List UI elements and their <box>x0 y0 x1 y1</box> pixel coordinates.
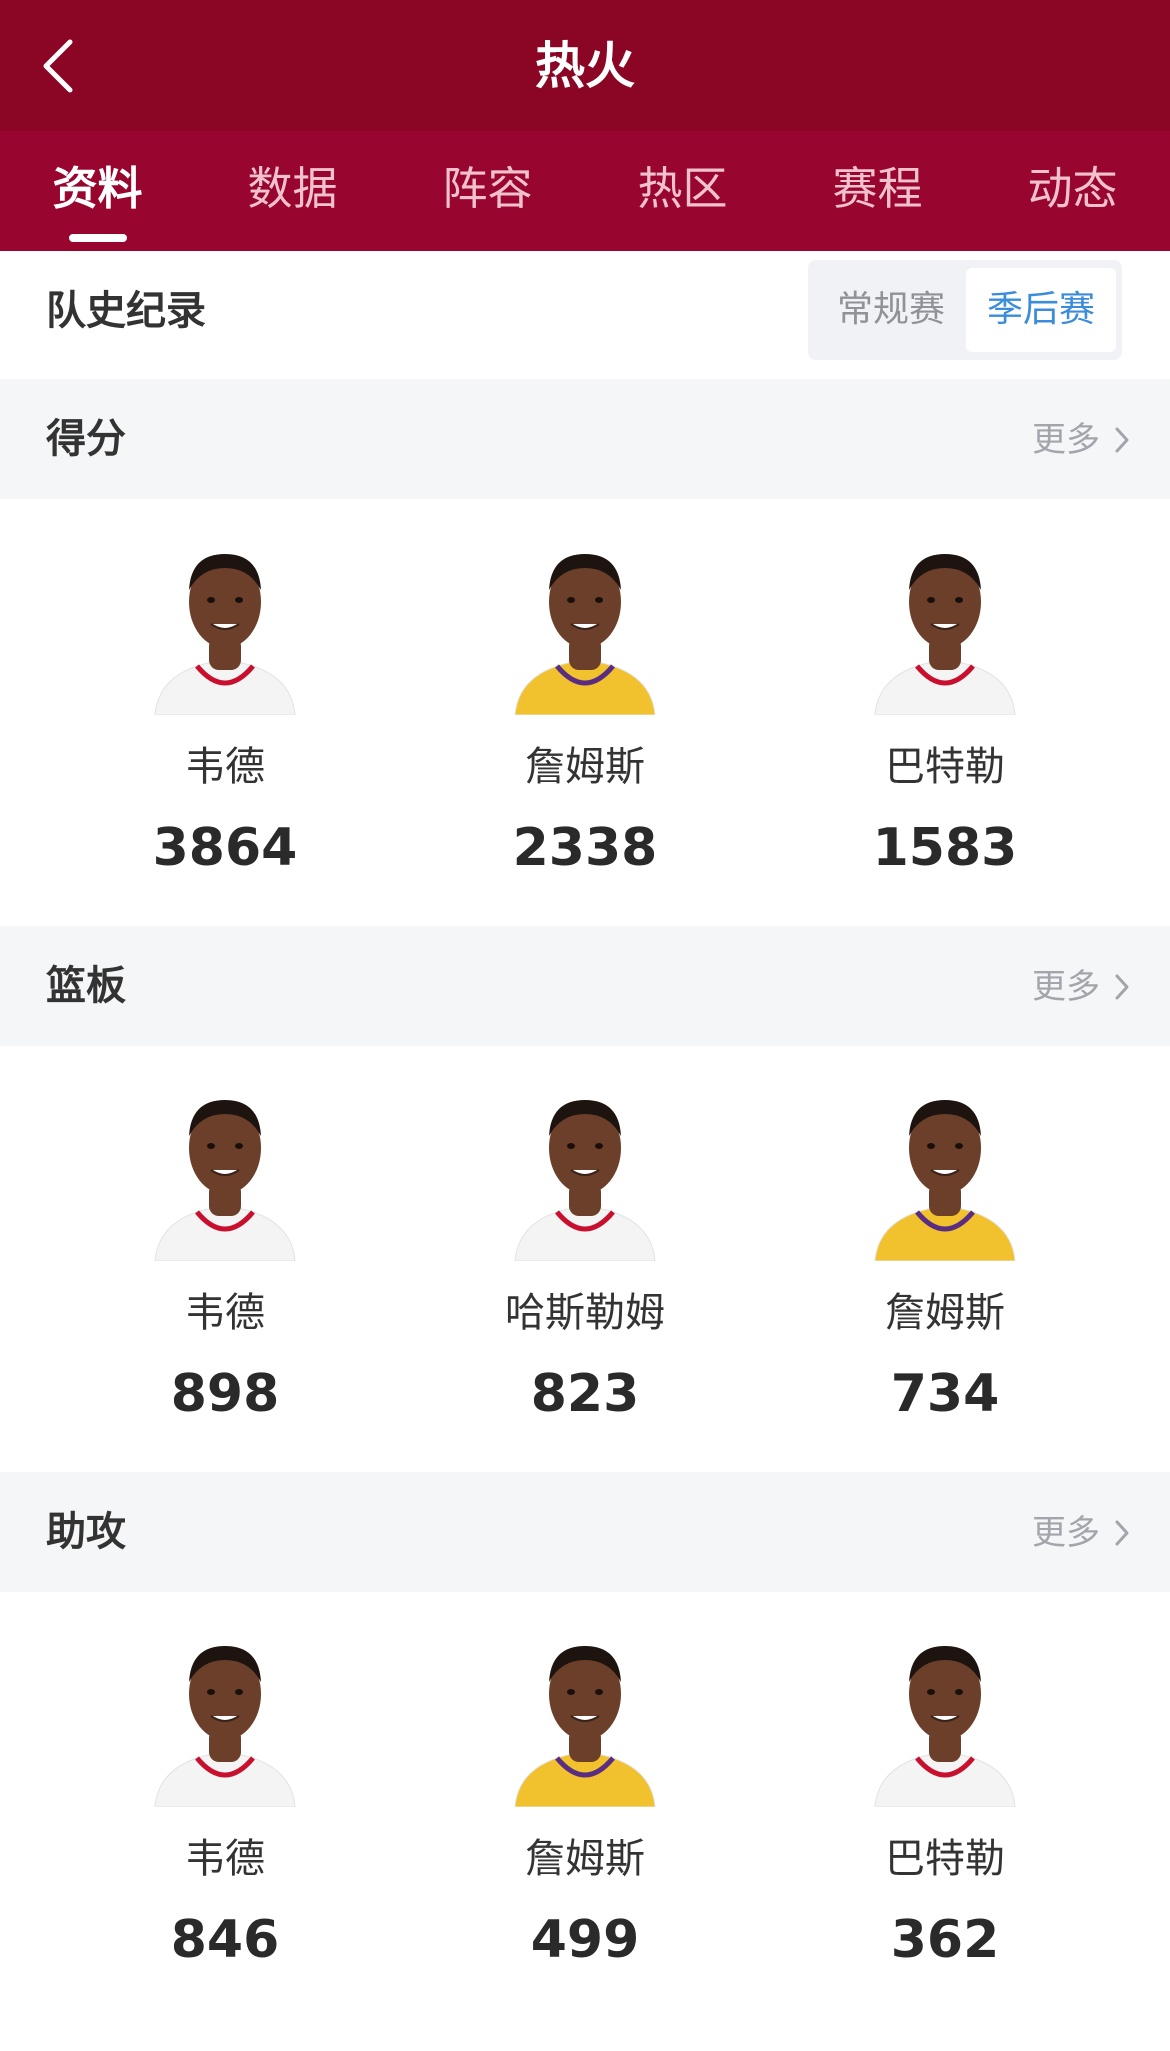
player-stat-value: 734 <box>890 1364 1000 1424</box>
player-stat-value: 823 <box>530 1364 640 1424</box>
chevron-right-icon <box>1115 1520 1129 1546</box>
playoff-button[interactable]: 季后赛 <box>966 268 1116 352</box>
leader-card[interactable]: 韦德 898 <box>45 1086 405 1427</box>
player-stat-value: 898 <box>170 1364 280 1424</box>
player-stat-value: 846 <box>170 1910 280 1970</box>
player-stat-value: 2338 <box>512 818 658 878</box>
player-avatar <box>865 1086 1025 1261</box>
leader-card[interactable]: 詹姆斯 2338 <box>405 540 765 881</box>
player-avatar <box>505 1086 665 1261</box>
player-name: 哈斯勒姆 <box>505 1290 665 1336</box>
section-title: 助攻 <box>46 1509 126 1555</box>
tab-news[interactable]: 动态 <box>975 161 1170 217</box>
player-avatar <box>865 540 1025 715</box>
tab-bar: 资料 数据 阵容 热区 赛程 动态 <box>0 131 1170 251</box>
section-header-points: 得分 更多 <box>0 379 1170 499</box>
leader-card[interactable]: 詹姆斯 499 <box>405 1632 765 1973</box>
player-avatar <box>145 1632 305 1807</box>
player-stat-value: 3864 <box>152 818 298 878</box>
chevron-right-icon <box>1115 427 1129 453</box>
tab-roster[interactable]: 阵容 <box>390 161 585 217</box>
section-title: 篮板 <box>46 963 126 1009</box>
tab-profile[interactable]: 资料 <box>0 161 195 217</box>
regular-season-button[interactable]: 常规赛 <box>816 268 966 352</box>
player-name: 韦德 <box>185 1836 265 1882</box>
page-title: 热火 <box>535 37 635 95</box>
more-label: 更多 <box>1032 1513 1100 1553</box>
chevron-right-icon <box>1115 974 1129 1000</box>
section-title: 得分 <box>46 416 126 462</box>
player-avatar <box>145 540 305 715</box>
player-name: 韦德 <box>185 1290 265 1336</box>
player-stat-value: 499 <box>530 1910 640 1970</box>
leader-card[interactable]: 巴特勒 362 <box>765 1632 1125 1973</box>
player-avatar <box>865 1632 1025 1807</box>
section-header-rebounds: 篮板 更多 <box>0 926 1170 1046</box>
player-avatar <box>145 1086 305 1261</box>
player-stat-value: 362 <box>890 1910 1000 1970</box>
title-bar: 热火 <box>0 0 1170 131</box>
leader-card[interactable]: 詹姆斯 734 <box>765 1086 1125 1427</box>
player-avatar <box>505 540 665 715</box>
section-header-assists: 助攻 更多 <box>0 1472 1170 1592</box>
player-avatar <box>505 1632 665 1807</box>
player-name: 詹姆斯 <box>885 1290 1005 1336</box>
tab-schedule[interactable]: 赛程 <box>780 161 975 217</box>
season-toggle: 常规赛 季后赛 <box>808 260 1122 360</box>
more-label: 更多 <box>1032 967 1100 1007</box>
player-name: 詹姆斯 <box>525 744 645 790</box>
tab-hot-zone[interactable]: 热区 <box>585 161 780 217</box>
player-name: 巴特勒 <box>885 1836 1005 1882</box>
more-link[interactable]: 更多 <box>1032 962 1130 1012</box>
player-name: 巴特勒 <box>885 744 1005 790</box>
more-link[interactable]: 更多 <box>1032 1508 1130 1558</box>
player-name: 詹姆斯 <box>525 1836 645 1882</box>
player-stat-value: 1583 <box>872 818 1018 878</box>
tab-stats[interactable]: 数据 <box>195 161 390 217</box>
active-tab-indicator <box>69 234 127 242</box>
leader-card[interactable]: 巴特勒 1583 <box>765 540 1125 881</box>
more-label: 更多 <box>1032 420 1100 460</box>
records-header: 队史纪录 常规赛 季后赛 <box>0 251 1170 379</box>
leader-card[interactable]: 韦德 846 <box>45 1632 405 1973</box>
player-name: 韦德 <box>185 744 265 790</box>
leader-card[interactable]: 哈斯勒姆 823 <box>405 1086 765 1427</box>
records-title: 队史纪录 <box>46 288 206 334</box>
more-link[interactable]: 更多 <box>1032 415 1130 465</box>
leader-card[interactable]: 韦德 3864 <box>45 540 405 881</box>
